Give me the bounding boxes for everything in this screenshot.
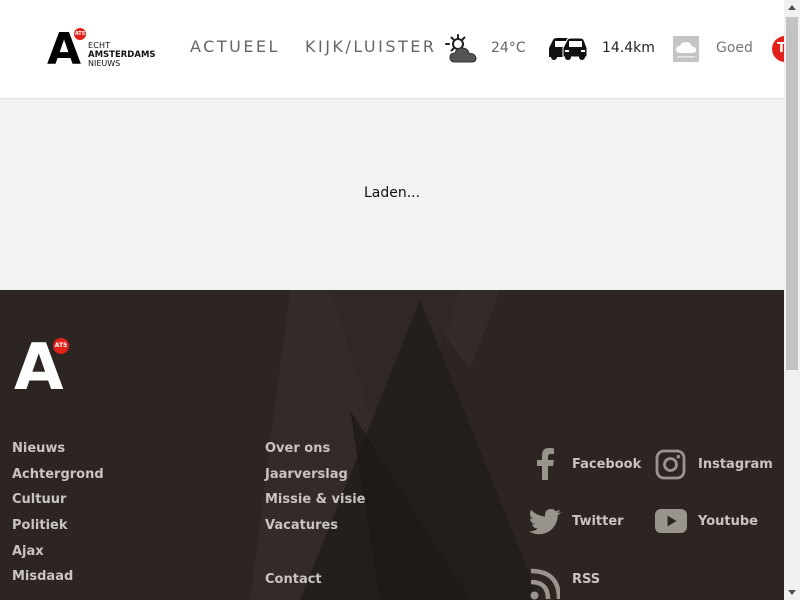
air-quality-value[interactable]: Goed: [716, 40, 753, 56]
partly-cloudy-icon[interactable]: [445, 33, 479, 65]
youtube-icon[interactable]: [655, 509, 687, 533]
twitter-icon[interactable]: [529, 509, 561, 535]
scroll-down-arrow-icon[interactable]: [784, 584, 800, 600]
air-quality-icon[interactable]: [673, 36, 699, 62]
social-twitter-label[interactable]: Twitter: [572, 514, 624, 529]
footer-decoration: [250, 290, 540, 600]
page-scrollbar[interactable]: [784, 0, 800, 600]
nav-actueel[interactable]: ACTUEEL: [190, 37, 280, 56]
footer-link-ajax[interactable]: Ajax: [12, 544, 44, 559]
social-facebook-label[interactable]: Facebook: [572, 457, 641, 472]
footer-link-politiek[interactable]: Politiek: [12, 518, 68, 533]
footer-link-over-ons[interactable]: Over ons: [265, 441, 330, 456]
rss-icon[interactable]: [530, 566, 560, 600]
footer-link-misdaad[interactable]: Misdaad: [12, 569, 73, 584]
logo-tagline-2: AMSTERDAMS: [88, 50, 156, 60]
loading-text: Laden...: [363, 185, 421, 201]
traffic-cars-icon[interactable]: [546, 36, 590, 62]
instagram-icon[interactable]: [655, 449, 686, 480]
social-youtube-label[interactable]: Youtube: [698, 514, 758, 529]
extra-badge[interactable]: T: [772, 36, 784, 62]
traffic-jam-length[interactable]: 14.4km: [602, 40, 655, 56]
social-rss-label[interactable]: RSS: [572, 572, 600, 587]
footer-link-missie-visie[interactable]: Missie & visie: [265, 492, 365, 507]
footer-at5-logo[interactable]: A AT5: [14, 336, 74, 400]
scroll-up-arrow-icon[interactable]: [784, 0, 800, 16]
temperature[interactable]: 24°C: [491, 40, 526, 56]
scrollbar-thumb[interactable]: [786, 17, 798, 370]
nav-kijk-luister[interactable]: KIJK/LUISTER: [305, 37, 437, 56]
site-footer: A AT5 Nieuws Achtergrond Cultuur Politie…: [0, 290, 784, 600]
footer-link-cultuur[interactable]: Cultuur: [12, 492, 66, 507]
social-instagram-label[interactable]: Instagram: [698, 457, 773, 472]
at5-logo[interactable]: A AT5 ECHT AMSTERDAMS NIEUWS: [47, 28, 157, 72]
main-content: Laden...: [0, 99, 784, 290]
facebook-icon[interactable]: [534, 448, 556, 480]
footer-link-jaarverslag[interactable]: Jaarverslag: [265, 467, 348, 482]
footer-logo-badge: AT5: [53, 338, 69, 354]
site-header: A AT5 ECHT AMSTERDAMS NIEUWS ACTUEEL KIJ…: [0, 0, 784, 99]
footer-link-nieuws[interactable]: Nieuws: [12, 441, 65, 456]
logo-tagline-3: NIEUWS: [88, 59, 121, 68]
footer-link-achtergrond[interactable]: Achtergrond: [12, 467, 104, 482]
footer-link-contact[interactable]: Contact: [265, 572, 322, 587]
logo-tagline-1: ECHT: [88, 41, 111, 50]
logo-badge: AT5: [74, 28, 86, 40]
footer-link-vacatures[interactable]: Vacatures: [265, 518, 338, 533]
